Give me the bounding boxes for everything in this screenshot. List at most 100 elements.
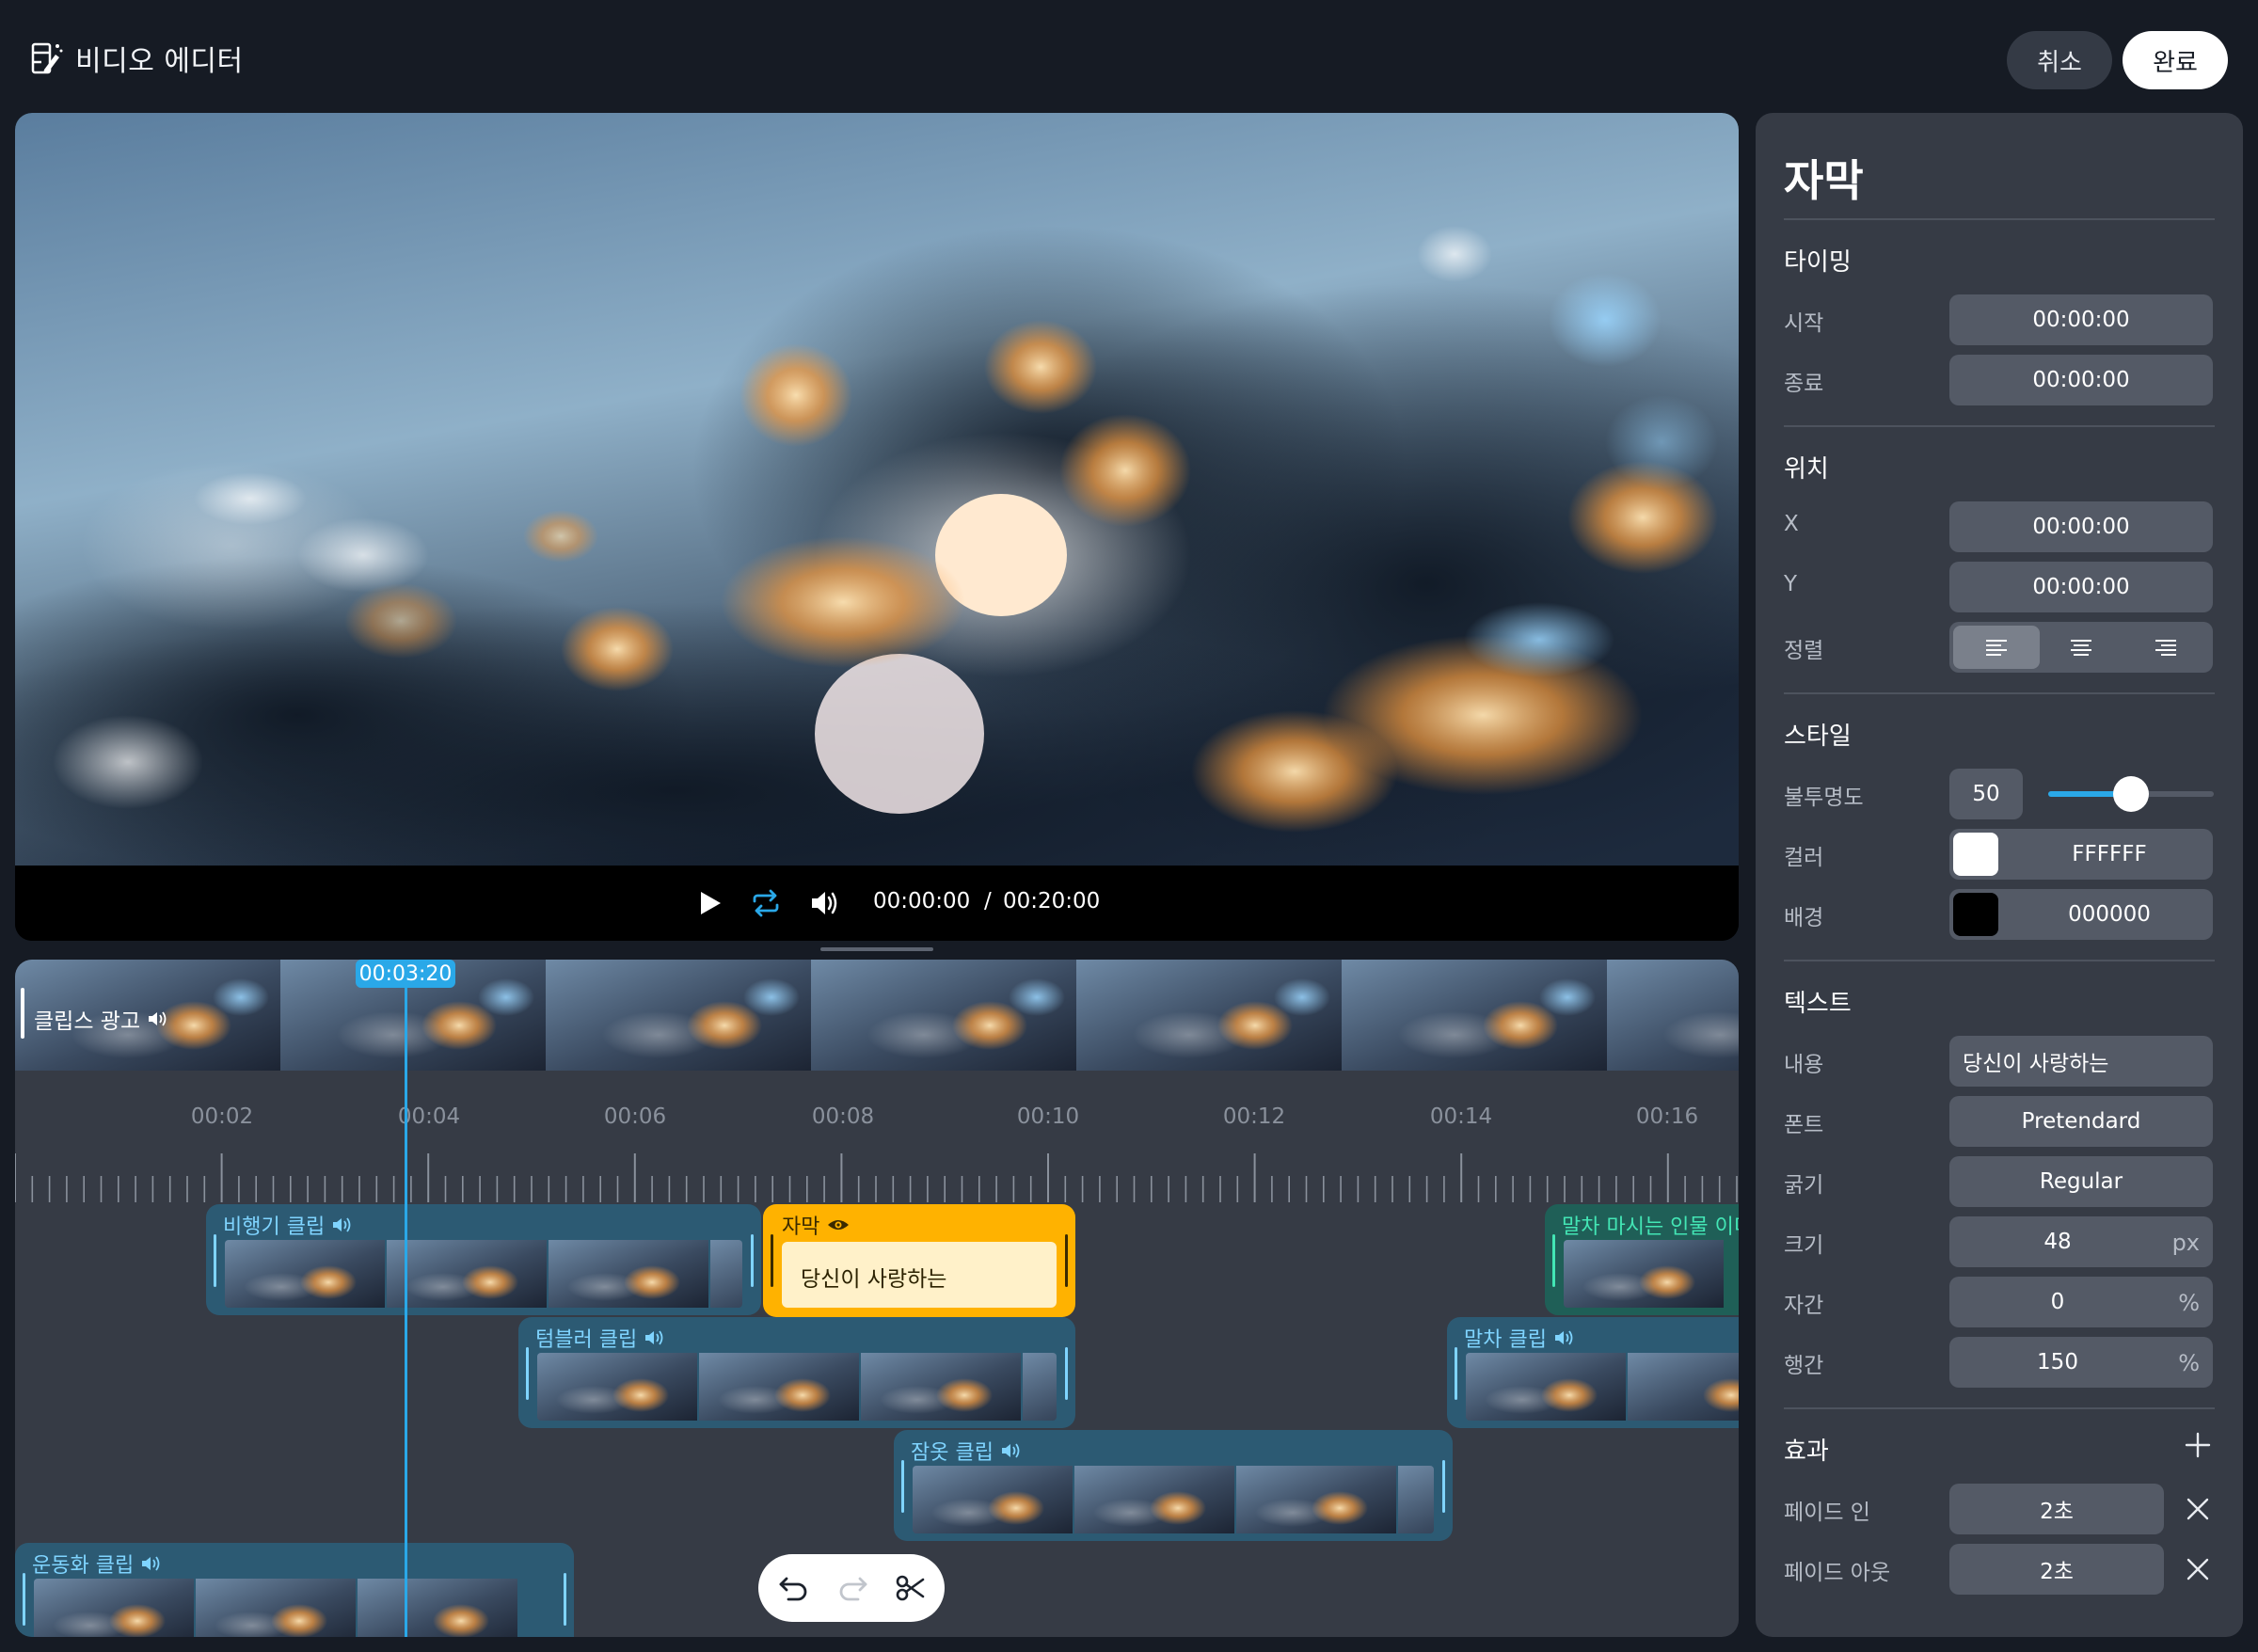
playhead-line[interactable]: [405, 986, 407, 1637]
trim-handle-left[interactable]: [214, 1234, 216, 1287]
remove-fade-out-icon[interactable]: [2183, 1554, 2213, 1584]
total-time: 00:20:00: [1003, 889, 1101, 913]
clip-thumbnails: [1466, 1353, 1739, 1421]
time-ruler[interactable]: 00:02 00:04 00:06 00:08 00:10 00:12 00:1…: [15, 1071, 1739, 1204]
clip-airplane[interactable]: 비행기 클립: [206, 1204, 761, 1315]
divider: [1784, 218, 2215, 220]
opacity-slider-knob[interactable]: [2113, 776, 2149, 812]
align-center-button[interactable]: [2038, 626, 2124, 669]
background-color-field[interactable]: 000000: [1949, 889, 2213, 940]
clip-matcha[interactable]: 말차 클립: [1447, 1317, 1739, 1428]
trim-handle-left[interactable]: [1455, 1347, 1457, 1400]
divider: [1784, 692, 2215, 694]
clip-thumbnails: [34, 1579, 555, 1637]
y-label: Y: [1784, 572, 1798, 596]
volume-icon[interactable]: [807, 886, 841, 920]
redo-icon[interactable]: [835, 1571, 869, 1605]
audio-icon: [149, 1011, 167, 1026]
tracking-input[interactable]: 0 %: [1949, 1277, 2213, 1327]
add-effect-icon[interactable]: [2183, 1430, 2213, 1460]
leading-value: 150: [2037, 1350, 2078, 1374]
caption-text: 당신이 사랑하는: [801, 1267, 947, 1292]
clip-title: 말차 마시는 인물 이미: [1562, 1215, 1739, 1239]
background-color-swatch[interactable]: [1953, 893, 1998, 936]
player-controls: 00:00:00 / 00:20:00: [15, 866, 1739, 941]
text-color-field[interactable]: FFFFFF: [1949, 829, 2213, 880]
thumbnail: [1023, 1353, 1057, 1421]
clip-thumbnails: [537, 1353, 1057, 1421]
align-right-icon: [2155, 640, 2176, 656]
trim-handle-right[interactable]: [1442, 1460, 1445, 1513]
clip-matcha-person[interactable]: 말차 마시는 인물 이미: [1545, 1204, 1739, 1315]
y-field[interactable]: 00:00:00: [1949, 562, 2213, 612]
opacity-slider[interactable]: [2048, 776, 2214, 812]
font-label: 폰트: [1784, 1113, 1824, 1137]
remove-fade-in-icon[interactable]: [2183, 1494, 2213, 1524]
font-select[interactable]: Pretendard: [1949, 1096, 2213, 1147]
clip-label: 말차 클립: [1464, 1323, 1575, 1353]
overview-strip[interactable]: 클립스 광고: [15, 960, 1739, 1071]
x-field[interactable]: 00:00:00: [1949, 501, 2213, 552]
tick-label: 00:12: [1222, 1104, 1286, 1129]
clip-label: 말차 마시는 인물 이미: [1562, 1210, 1739, 1240]
align-right-button[interactable]: [2123, 626, 2209, 669]
loop-icon[interactable]: [749, 886, 783, 920]
edit-toolbar: [758, 1554, 945, 1622]
fade-out-field[interactable]: 2초: [1949, 1544, 2164, 1595]
undo-icon[interactable]: [777, 1571, 811, 1605]
video-frame[interactable]: [15, 113, 1739, 866]
trim-handle-right[interactable]: [751, 1234, 754, 1287]
section-style-title: 스타일: [1784, 723, 1852, 751]
caption-clip[interactable]: 자막 당신이 사랑하는: [763, 1204, 1075, 1317]
done-button[interactable]: 완료: [2123, 31, 2228, 89]
trim-handle-left[interactable]: [771, 1234, 773, 1287]
section-timing-title: 타이밍: [1784, 248, 1852, 277]
text-color-swatch[interactable]: [1953, 833, 1998, 876]
time-separator: /: [984, 889, 992, 913]
resize-handle[interactable]: [820, 947, 933, 951]
trim-handle-right[interactable]: [1065, 1234, 1068, 1287]
tracking-unit: %: [2178, 1290, 2200, 1316]
clip-thumbnails: [913, 1466, 1434, 1533]
strip-label-text: 클립스 광고: [34, 1009, 141, 1034]
fade-in-field[interactable]: 2초: [1949, 1484, 2164, 1534]
caption-preview-box: 당신이 사랑하는: [782, 1242, 1057, 1308]
size-value: 48: [2043, 1230, 2072, 1254]
video-editor-icon: [31, 42, 63, 74]
clip-thumbnails: [225, 1240, 742, 1308]
leading-input[interactable]: 150 %: [1949, 1337, 2213, 1388]
trim-handle-right[interactable]: [564, 1573, 566, 1626]
size-input[interactable]: 48 px: [1949, 1216, 2213, 1267]
clip-sneakers[interactable]: 운동화 클립: [15, 1543, 574, 1637]
opacity-value-field[interactable]: 50: [1949, 769, 2023, 819]
clip-pajamas[interactable]: 잠옷 클립: [894, 1430, 1453, 1541]
end-time-field[interactable]: 00:00:00: [1949, 355, 2213, 405]
content-input[interactable]: 당신이 사랑하는: [1949, 1036, 2213, 1087]
trim-handle-left[interactable]: [526, 1347, 529, 1400]
start-time-field[interactable]: 00:00:00: [1949, 294, 2213, 345]
trim-handle-left[interactable]: [901, 1460, 904, 1513]
content-label: 내용: [1784, 1053, 1824, 1077]
tracking-label: 자간: [1784, 1294, 1824, 1318]
eye-icon[interactable]: [827, 1217, 850, 1232]
align-left-button[interactable]: [1953, 626, 2040, 669]
thumbnail: [225, 1240, 385, 1308]
divider: [1784, 425, 2215, 427]
play-icon[interactable]: [692, 886, 726, 920]
tick-label: 00:08: [811, 1104, 875, 1129]
clip-title: 운동화 클립: [32, 1554, 135, 1578]
end-label: 종료: [1784, 372, 1824, 396]
current-time: 00:00:00: [873, 889, 971, 913]
align-label: 정렬: [1784, 639, 1824, 663]
trim-handle-left[interactable]: [23, 1573, 25, 1626]
playhead-time[interactable]: 00:03:20: [356, 960, 455, 988]
trim-handle-right[interactable]: [1065, 1347, 1068, 1400]
app-title: 비디오 에디터: [75, 45, 244, 78]
clip-title: 잠옷 클립: [911, 1441, 994, 1465]
trim-handle-left[interactable]: [1552, 1234, 1555, 1287]
cancel-button[interactable]: 취소: [2007, 31, 2112, 89]
start-label: 시작: [1784, 311, 1824, 336]
clip-tumbler[interactable]: 텀블러 클립: [518, 1317, 1075, 1428]
weight-select[interactable]: Regular: [1949, 1156, 2213, 1207]
scissors-icon[interactable]: [894, 1571, 928, 1605]
